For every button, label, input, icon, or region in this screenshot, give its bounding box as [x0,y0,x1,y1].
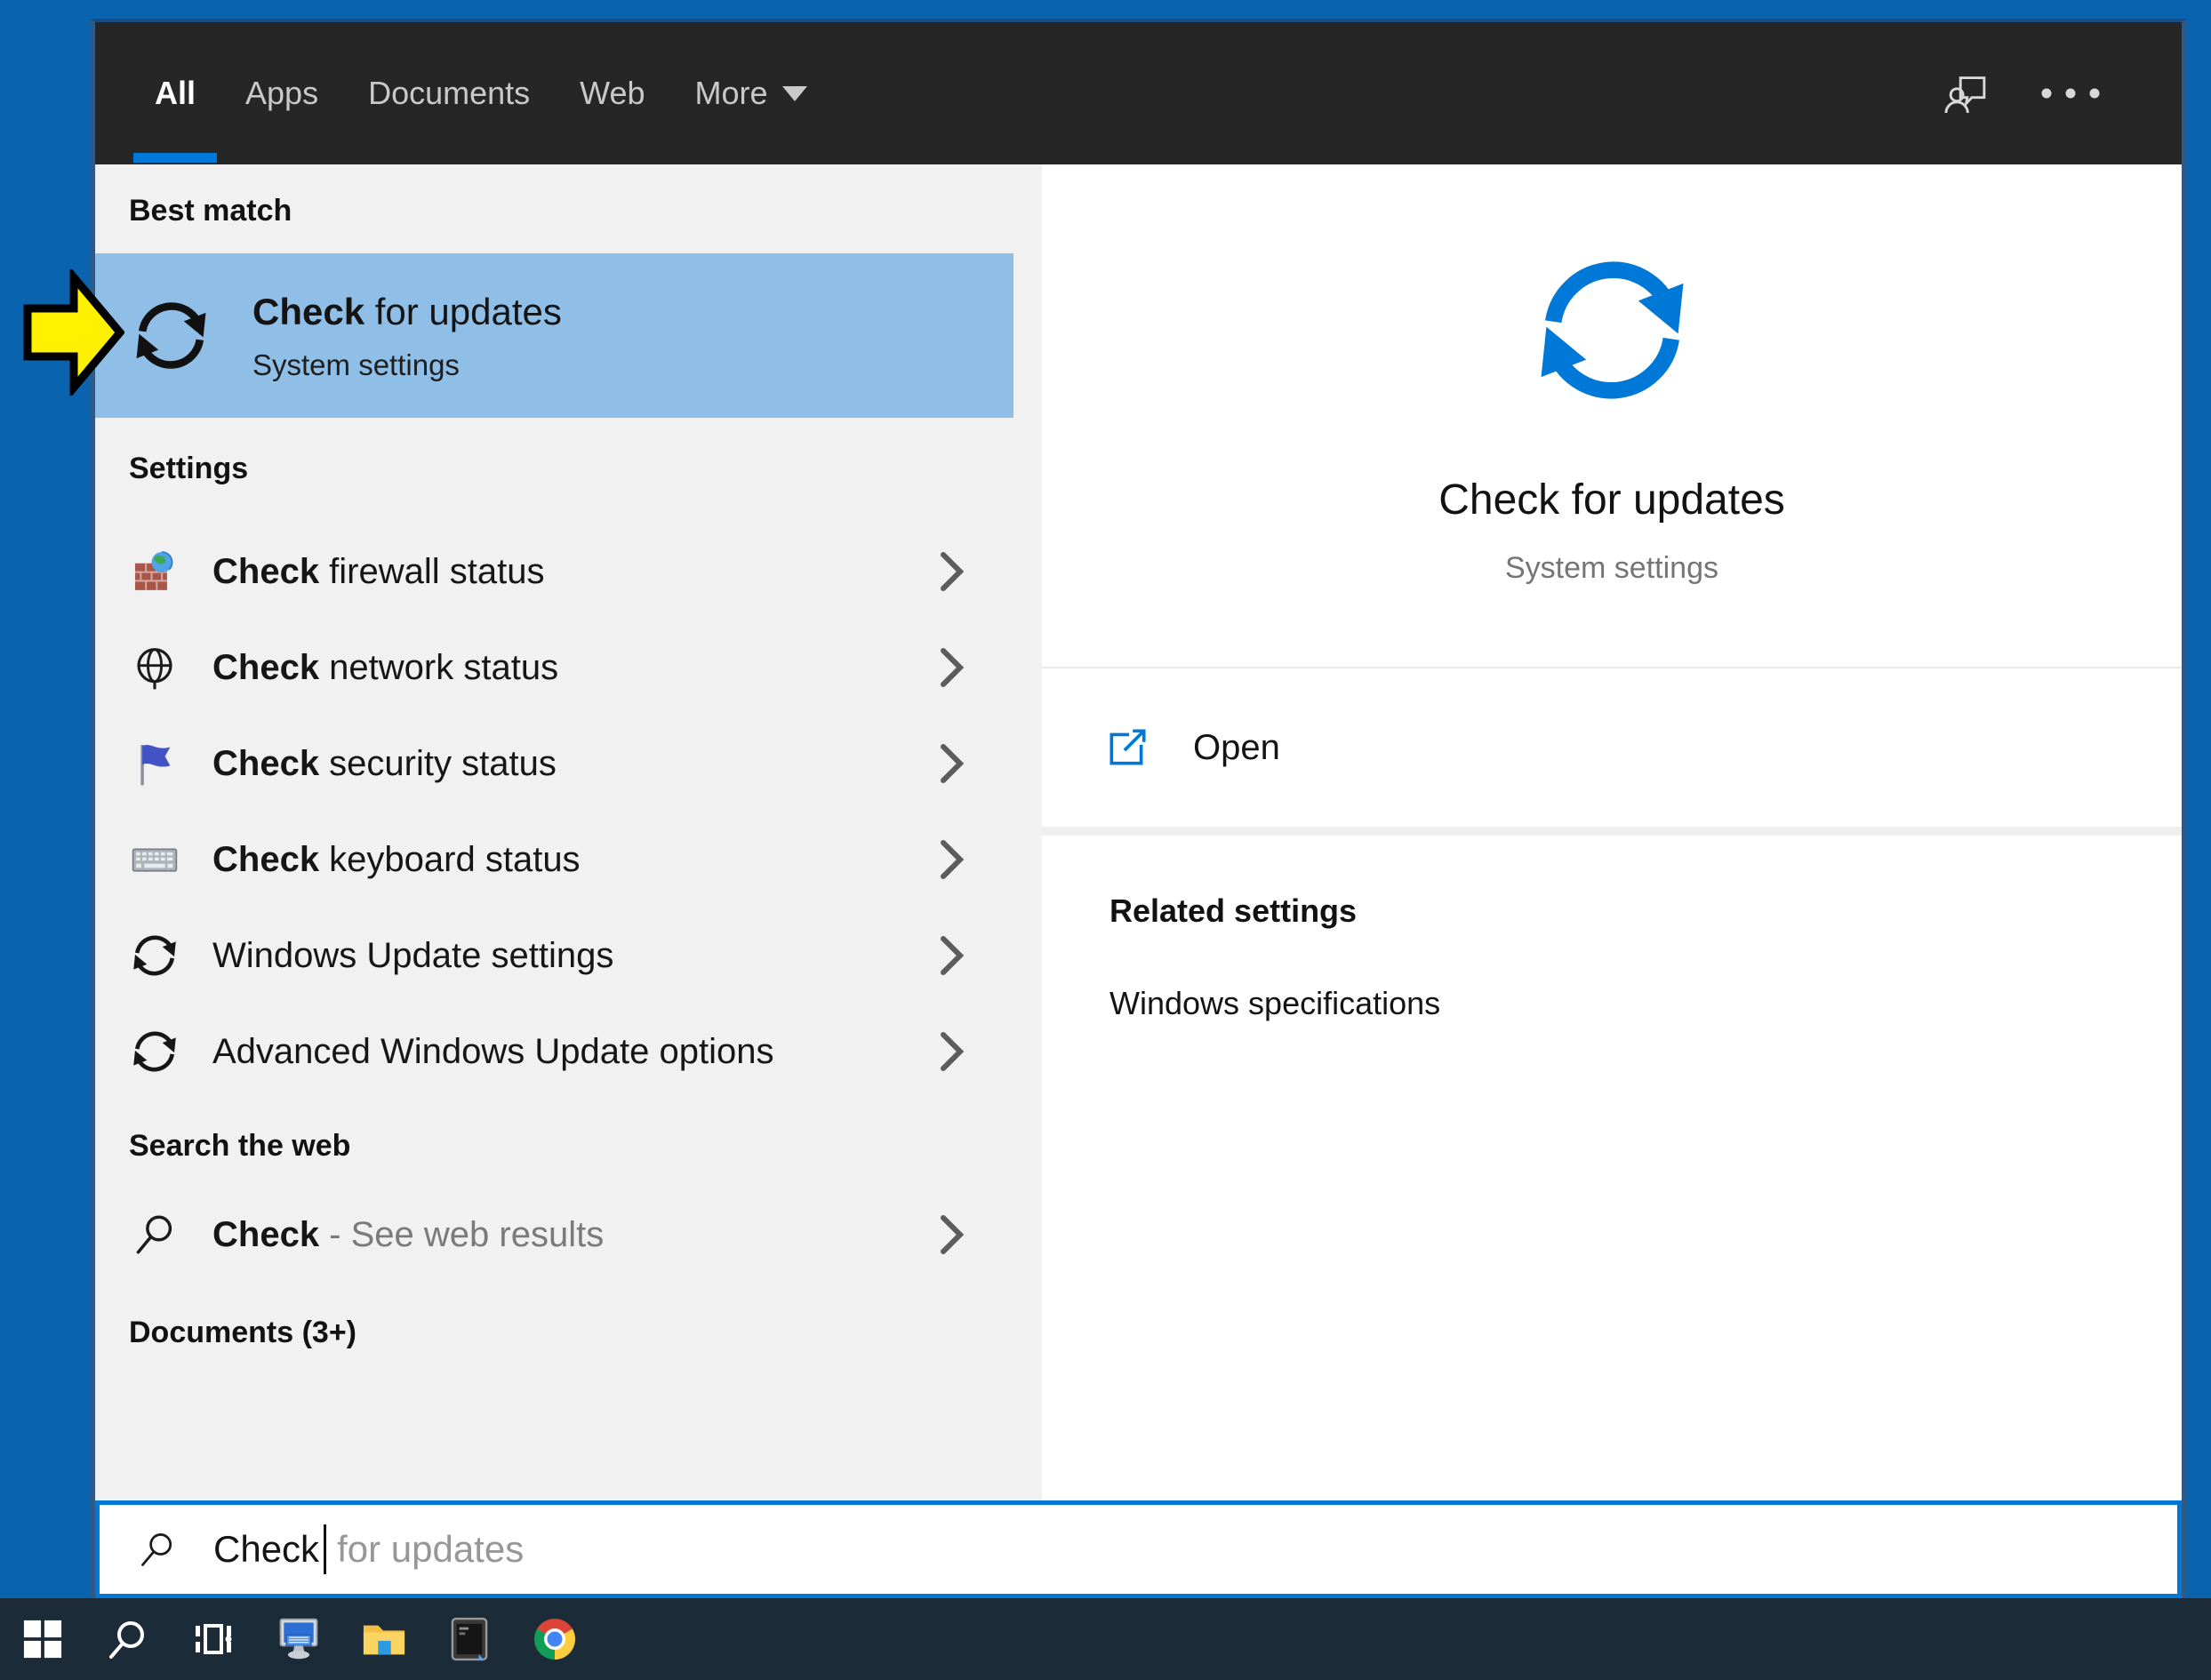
refresh-icon [133,1031,176,1072]
result-label: Check firewall status [212,551,545,591]
search-typed-text: Check [213,1528,320,1570]
result-label: Windows Update settings [212,935,614,975]
result-windows-update-settings[interactable]: Windows Update settings [95,908,1013,1004]
settings-heading: Settings [129,452,249,485]
tab-documents-label: Documents [368,75,531,111]
best-match-subtitle: System settings [252,348,460,381]
search-input-text: Check for updates [213,1524,524,1574]
open-action-label: Open [1193,727,1280,767]
desktop: All Apps Documents Web More Best match C… [0,0,2211,1680]
start-button[interactable] [0,1598,85,1680]
annotation-arrow [23,269,124,396]
tab-more-label: More [694,75,768,111]
divider [1042,827,2182,836]
chevron-right-icon[interactable] [939,743,965,784]
file-explorer-app[interactable] [341,1598,427,1680]
search-icon [141,1533,172,1566]
task-view-icon [196,1624,232,1654]
result-advanced-windows-update-options[interactable]: Advanced Windows Update options [95,1004,1013,1100]
search-icon [109,1621,144,1659]
chevron-right-icon[interactable] [939,839,965,880]
chevron-right-icon[interactable] [939,1214,965,1255]
more-options-icon[interactable] [2038,82,2103,105]
result-label: Check network status [212,647,559,687]
search-header: All Apps Documents Web More [95,22,2182,164]
preview-subtitle: System settings [1505,551,1718,585]
search-suggestion-text: for updates [337,1528,525,1570]
active-tab-underline [133,153,218,163]
flag-icon [140,745,171,786]
chevron-down-icon [781,85,807,101]
results-panel: Best match Check for updates System sett… [95,164,1042,1500]
best-match-heading: Best match [129,194,292,228]
open-action[interactable]: Open [1042,668,2182,827]
tab-apps-label: Apps [245,75,319,111]
refresh-icon [133,935,176,976]
terminal-icon [451,1617,488,1661]
text-cursor [324,1524,327,1574]
tab-web[interactable]: Web [555,22,669,164]
refresh-icon [1541,261,1683,399]
preview-hero: Check for updates System settings [1042,164,2182,588]
result-label: Check security status [212,743,557,783]
tab-documents[interactable]: Documents [343,22,555,164]
globe-icon [137,648,172,690]
related-settings-heading: Related settings [1110,892,1358,929]
windows-logo-icon [23,1620,62,1659]
user-feedback-icon[interactable] [1940,68,1991,119]
chrome-app[interactable] [512,1598,597,1680]
best-match-title: Check for updates [252,290,562,332]
firewall-icon [134,551,173,590]
search-input[interactable]: Check for updates [95,1500,2182,1598]
chevron-right-icon[interactable] [939,935,965,976]
start-search-window: All Apps Documents Web More Best match C… [90,19,2187,1598]
monitor-keyboard-icon [279,1618,318,1660]
result-label: Check keyboard status [212,839,581,879]
chevron-right-icon[interactable] [939,1031,965,1072]
search-the-web-heading: Search the web [129,1129,351,1163]
result-check-network-status[interactable]: Check network status [95,620,1013,716]
best-match-text: Check for updates System settings [252,289,562,383]
task-view-button[interactable] [171,1598,256,1680]
tab-all[interactable]: All [130,22,220,164]
result-check-keyboard-status[interactable]: Check keyboard status [95,812,1013,908]
best-match-result-check-for-updates[interactable]: Check for updates System settings [95,253,1013,418]
preview-title: Check for updates [1438,476,1785,524]
chevron-right-icon[interactable] [939,647,965,688]
folder-icon [363,1625,405,1655]
open-external-icon [1110,729,1146,765]
taskbar-search-button[interactable] [85,1598,171,1680]
terminal-app[interactable] [427,1598,512,1680]
related-item-windows-specifications[interactable]: Windows specifications [1042,984,2182,1023]
result-label: Advanced Windows Update options [212,1031,774,1071]
refresh-icon [136,302,206,369]
keyboard-icon [132,848,178,872]
result-label: Check - See web results [212,1214,605,1254]
result-check-security-status[interactable]: Check security status [95,716,1013,812]
documents-heading: Documents (3+) [129,1316,356,1349]
tab-all-label: All [155,75,196,111]
chevron-right-icon[interactable] [939,551,965,592]
search-icon [136,1215,172,1254]
preview-panel: Check for updates System settings Open R… [1042,164,2182,1500]
result-check-see-web-results[interactable]: Check - See web results [95,1187,1013,1283]
result-check-firewall-status[interactable]: Check firewall status [95,524,1013,620]
touch-keyboard-app[interactable] [256,1598,341,1680]
chrome-icon [534,1619,575,1660]
search-filter-tabs: All Apps Documents Web More [130,22,832,164]
tab-more[interactable]: More [670,22,832,164]
settings-results: Check firewall status Check network stat… [95,524,1042,1100]
taskbar [0,1598,2211,1680]
tab-apps[interactable]: Apps [220,22,343,164]
tab-web-label: Web [580,75,645,111]
